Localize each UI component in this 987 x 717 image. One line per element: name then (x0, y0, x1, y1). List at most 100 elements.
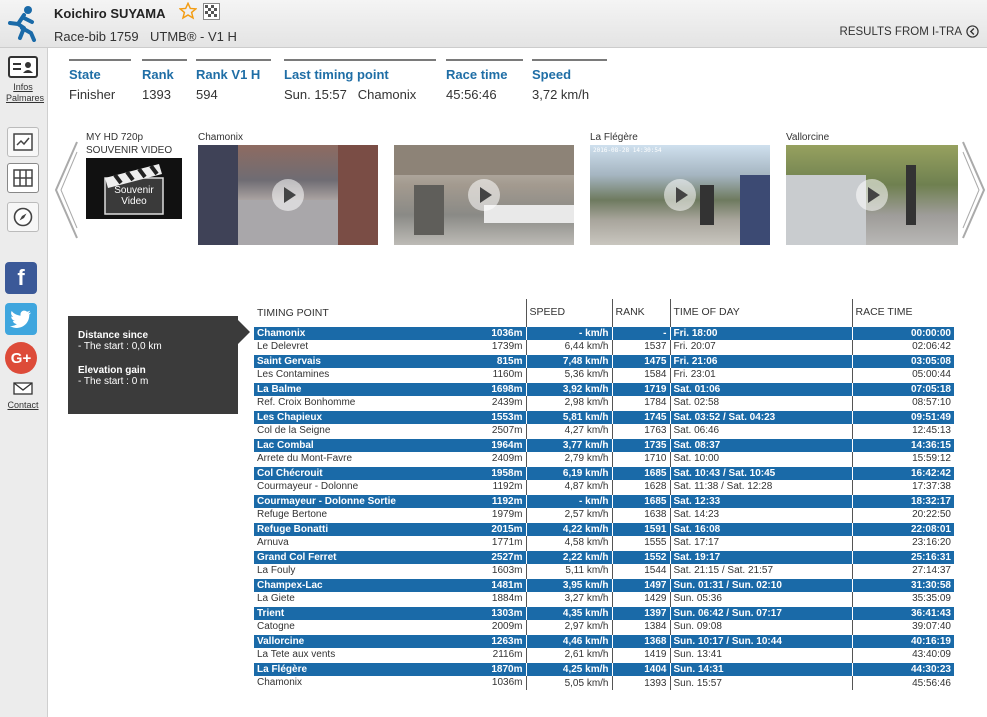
map-view-button[interactable] (6, 202, 40, 232)
timing-point-name[interactable]: Col Chécrouit (257, 467, 323, 480)
table-row[interactable]: Arrete du Mont-Favre 2409m 2,79 km/h 1710 Sa… (254, 452, 954, 466)
table-row[interactable]: Chamonix 1036m - km/h - Fri. 18:00 00:00:00 (254, 325, 954, 340)
table-view-button[interactable] (6, 163, 40, 193)
table-row[interactable]: Catogne 2009m 2,97 km/h 1384 Sun. 09:08 39:07… (254, 620, 954, 634)
carousel-prev-arrow-icon[interactable] (53, 140, 79, 240)
facebook-icon[interactable]: f (5, 262, 37, 294)
timing-point-name[interactable]: Courmayeur - Dolonne Sortie (257, 495, 396, 508)
table-row[interactable]: Le Delevret 1739m 6,44 km/h 1537 Fri. 20:07 0… (254, 340, 954, 354)
table-row[interactable]: Les Contamines 1160m 5,36 km/h 1584 Fri. 23:… (254, 368, 954, 382)
play-icon[interactable] (271, 178, 305, 212)
table-row[interactable]: Vallorcine 1263m 4,46 km/h 1368 Sun. 10:17 /… (254, 633, 954, 648)
camera-video-card-la-flegere[interactable]: La Flégère 2016-08-28 14:30:54 (590, 132, 770, 245)
contact-button[interactable]: Contact (6, 382, 40, 411)
carousel-next-arrow-icon[interactable] (961, 140, 987, 240)
timing-point-altitude: 2015m (491, 524, 523, 535)
table-row[interactable]: Courmayeur - Dolonne Sortie 1192m - km/h 16… (254, 493, 954, 508)
col-header-rank: RANK (611, 299, 670, 326)
table-row[interactable]: Refuge Bonatti 2015m 4,22 km/h 1591 Sat. 16:… (254, 521, 954, 536)
camera-thumbnail[interactable] (198, 145, 378, 245)
timing-point-name[interactable]: Trient (257, 607, 284, 620)
table-row[interactable]: Ref. Croix Bonhomme 2439m 2,98 km/h 1784 Sat… (254, 396, 954, 410)
timing-point-name[interactable]: Chamonix (257, 327, 305, 340)
timing-point-name[interactable]: Ref. Croix Bonhomme (257, 396, 355, 410)
timing-point-name[interactable]: La Tete aux vents (257, 648, 335, 662)
table-row[interactable]: Trient 1303m 4,35 km/h 1397 Sun. 06:42 / Sun… (254, 605, 954, 620)
timing-point-cell: Vallorcine 1263m (254, 634, 526, 648)
header: Koichiro SUYAMA Race-bib 1759 UTMB® - V1… (0, 0, 987, 48)
timing-point-name[interactable]: Catogne (257, 620, 295, 634)
timing-point-name[interactable]: Champex-Lac (257, 579, 323, 592)
souvenir-video-thumbnail[interactable]: Souvenir Video (86, 158, 182, 219)
camera-thumbnail[interactable] (394, 145, 574, 245)
play-icon[interactable] (467, 178, 501, 212)
timing-point-name[interactable]: Arnuva (257, 536, 289, 550)
table-row[interactable]: Saint Gervais 815m 7,48 km/h 1475 Fri. 21:06… (254, 353, 954, 368)
google-plus-icon[interactable]: G+ (5, 342, 37, 374)
timing-point-name[interactable]: La Balme (257, 383, 301, 396)
contact-label[interactable]: Contact (6, 400, 40, 411)
table-row[interactable]: Arnuva 1771m 4,58 km/h 1555 Sat. 17:17 23:16:… (254, 536, 954, 550)
timing-point-name[interactable]: La Flégère (257, 663, 307, 676)
camera-video-card-chamonix[interactable]: Chamonix (198, 132, 378, 245)
timing-point-name[interactable]: Chamonix (257, 676, 302, 690)
itra-results-link[interactable]: RESULTS FROM I-TRA (840, 25, 979, 38)
timing-point-name[interactable]: Vallorcine (257, 635, 304, 648)
timing-point-altitude: 1698m (491, 384, 523, 395)
rank-cell: 1685 (611, 465, 670, 480)
timing-point-name[interactable]: Les Chapieux (257, 411, 322, 424)
timing-point-name[interactable]: La Fouly (257, 564, 295, 578)
time-of-day-cell: Sat. 03:52 / Sat. 04:23 (669, 409, 852, 424)
table-row[interactable]: Courmayeur - Dolonne 1192m 4,87 km/h 1628 Sa… (254, 480, 954, 494)
race-time-cell: 03:05:08 (851, 353, 954, 368)
timing-point-name[interactable]: Grand Col Ferret (257, 551, 336, 564)
play-icon[interactable] (663, 178, 697, 212)
race-time-cell: 22:08:01 (851, 521, 954, 536)
infos-palmares-button[interactable]: Infos Palmares (6, 52, 44, 104)
camera-thumbnail[interactable] (786, 145, 958, 245)
rank-cell: 1419 (611, 648, 670, 662)
timing-point-cell: La Flégère 1870m (254, 662, 526, 676)
timing-point-cell: La Fouly 1603m (254, 564, 526, 578)
timing-point-name[interactable]: Lac Combal (257, 439, 314, 452)
timing-point-name[interactable]: Refuge Bonatti (257, 523, 328, 536)
table-row[interactable]: La Flégère 1870m 4,25 km/h 1404 Sun. 14:31 44… (254, 661, 954, 676)
timing-point-name[interactable]: Col de la Seigne (257, 424, 330, 438)
race-time-cell: 27:14:37 (851, 564, 954, 578)
table-row[interactable]: Chamonix 1036m 5,05 km/h 1393 Sun. 15:57 45:5… (254, 676, 954, 690)
checkered-flag-icon[interactable] (203, 3, 220, 20)
souvenir-video-card[interactable]: MY HD 720p SOUVENIR VIDEO Souvenir Video (86, 132, 182, 219)
camera-video-card[interactable] (394, 132, 574, 245)
chart-view-button[interactable] (6, 127, 40, 157)
camera-thumbnail[interactable]: 2016-08-28 14:30:54 (590, 145, 770, 245)
timing-point-name[interactable]: Refuge Bertone (257, 508, 327, 522)
stat-rank: Rank 1393 (142, 59, 187, 102)
twitter-icon[interactable] (5, 303, 37, 335)
timing-point-name[interactable]: Le Delevret (257, 340, 308, 354)
table-row[interactable]: Grand Col Ferret 2527m 2,22 km/h 1552 Sat. 1… (254, 549, 954, 564)
speed-cell: 2,79 km/h (525, 452, 612, 466)
speed-cell: - km/h (525, 325, 612, 340)
infos-label[interactable]: Infos (6, 82, 40, 93)
timing-point-altitude: 1192m (492, 481, 523, 492)
table-row[interactable]: Champex-Lac 1481m 3,95 km/h 1497 Sun. 01:31 … (254, 577, 954, 592)
table-row[interactable]: Refuge Bertone 1979m 2,57 km/h 1638 Sat. 14:… (254, 508, 954, 522)
table-row[interactable]: La Giete 1884m 3,27 km/h 1429 Sun. 05:36 35:3… (254, 592, 954, 606)
timing-point-name[interactable]: Arrete du Mont-Favre (257, 452, 352, 466)
table-row[interactable]: Les Chapieux 1553m 5,81 km/h 1745 Sat. 03:52… (254, 409, 954, 424)
timing-point-name[interactable]: Les Contamines (257, 368, 329, 382)
table-row[interactable]: La Balme 1698m 3,92 km/h 1719 Sat. 01:06 07:0… (254, 381, 954, 396)
table-row[interactable]: La Fouly 1603m 5,11 km/h 1544 Sat. 21:15 / S… (254, 564, 954, 578)
table-row[interactable]: Col de la Seigne 2507m 4,27 km/h 1763 Sat. 0… (254, 424, 954, 438)
table-row[interactable]: Lac Combal 1964m 3,77 km/h 1735 Sat. 08:37 14… (254, 437, 954, 452)
table-row[interactable]: Col Chécrouit 1958m 6,19 km/h 1685 Sat. 10:4… (254, 465, 954, 480)
play-icon[interactable] (855, 178, 889, 212)
favorite-star-icon[interactable] (179, 2, 197, 20)
timing-point-name[interactable]: La Giete (257, 592, 295, 606)
timing-point-name[interactable]: Courmayeur - Dolonne (257, 480, 358, 494)
timing-point-name[interactable]: Saint Gervais (257, 355, 321, 368)
palmares-label[interactable]: Palmares (6, 93, 44, 104)
camera-video-card-vallorcine[interactable]: Vallorcine (786, 132, 958, 245)
table-row[interactable]: La Tete aux vents 2116m 2,61 km/h 1419 Sun. … (254, 648, 954, 662)
race-time-cell: 09:51:49 (851, 409, 954, 424)
